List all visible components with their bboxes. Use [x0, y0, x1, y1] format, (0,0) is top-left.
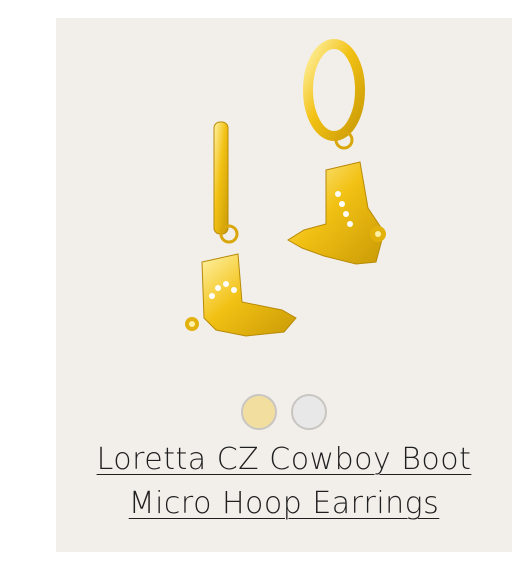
product-card[interactable]: Loretta CZ Cowboy Boot Micro Hoop Earrin…: [56, 18, 512, 552]
product-title-link-line1[interactable]: Loretta CZ Cowboy Boot: [56, 438, 512, 482]
product-title-link-line2[interactable]: Micro Hoop Earrings: [56, 482, 512, 526]
swatch-silver[interactable]: [291, 394, 327, 430]
swatch-gold[interactable]: [241, 394, 277, 430]
color-swatches: [56, 394, 512, 430]
product-title: Loretta CZ Cowboy Boot Micro Hoop Earrin…: [56, 438, 512, 526]
right-earring-icon: [287, 39, 386, 265]
left-earring-icon: [185, 121, 297, 337]
product-image[interactable]: [56, 18, 512, 378]
